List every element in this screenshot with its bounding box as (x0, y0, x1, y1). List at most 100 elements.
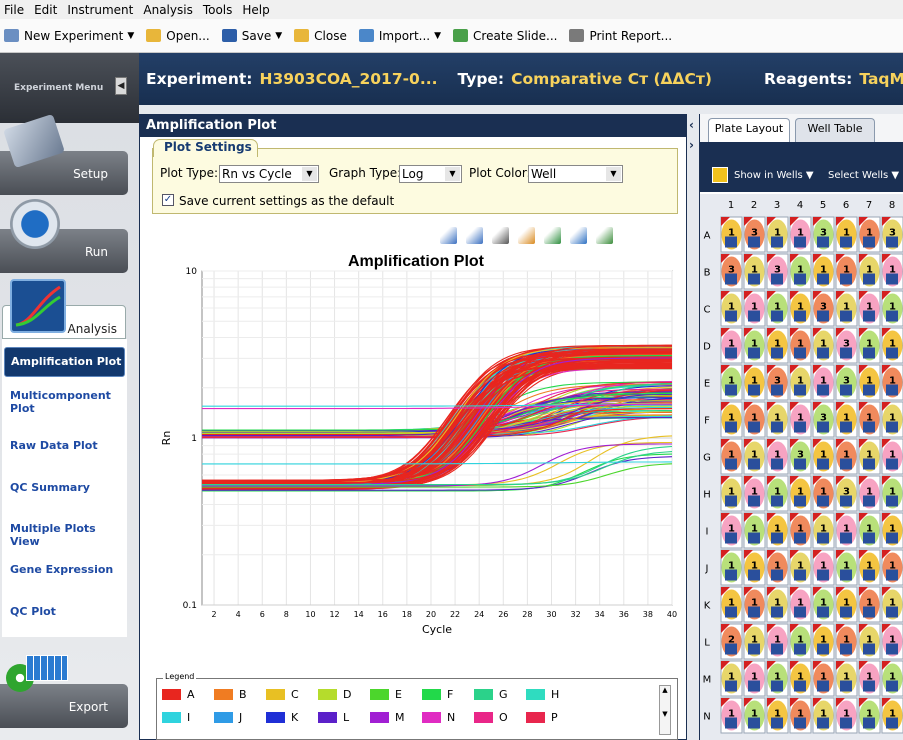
legend-item-c[interactable]: C (266, 688, 299, 701)
plate-well[interactable]: 1 (766, 586, 789, 623)
row-header[interactable]: N (703, 712, 710, 723)
plate-well[interactable]: 1 (858, 216, 881, 253)
plate-well[interactable]: 1 (743, 438, 766, 475)
plate-well[interactable]: 1 (835, 660, 858, 697)
plate-well[interactable]: 1 (812, 327, 835, 364)
plate-well[interactable]: 3 (812, 216, 835, 253)
column-header[interactable]: 6 (843, 200, 849, 211)
print-plot-icon[interactable] (492, 227, 509, 244)
plate-well[interactable]: 1 (835, 253, 858, 290)
legend-item-j[interactable]: J (214, 711, 242, 724)
plate-well[interactable]: 1 (881, 364, 903, 401)
plate-well[interactable]: 1 (858, 438, 881, 475)
plate-well[interactable]: 1 (812, 586, 835, 623)
column-header[interactable]: 5 (820, 200, 826, 211)
plate-well[interactable]: 1 (766, 327, 789, 364)
zoom-in-icon[interactable] (440, 227, 457, 244)
column-header[interactable]: 4 (797, 200, 803, 211)
plate-well[interactable]: 1 (720, 512, 743, 549)
plate-well[interactable]: 1 (835, 586, 858, 623)
plate-well[interactable]: 1 (766, 475, 789, 512)
plate-well[interactable]: 1 (720, 364, 743, 401)
plate-well[interactable]: 1 (789, 623, 812, 660)
plate-well[interactable]: 1 (743, 512, 766, 549)
row-header[interactable]: F (704, 416, 710, 427)
plate-well[interactable]: 1 (743, 290, 766, 327)
show-in-wells-button[interactable]: Show in Wells ▼ (712, 164, 814, 186)
plate-well[interactable]: 3 (720, 253, 743, 290)
plate-well[interactable]: 1 (881, 623, 903, 660)
row-header[interactable]: M (703, 675, 712, 686)
plate-well[interactable]: 1 (766, 512, 789, 549)
column-header[interactable]: 8 (889, 200, 895, 211)
plate-well[interactable]: 1 (858, 623, 881, 660)
plate-well[interactable]: 1 (812, 438, 835, 475)
plate-well[interactable]: 2 (720, 623, 743, 660)
plate-well[interactable]: 1 (789, 512, 812, 549)
menu-file[interactable]: File (4, 3, 24, 17)
plate-well[interactable]: 1 (812, 549, 835, 586)
plate-well[interactable]: 1 (881, 549, 903, 586)
plate-well[interactable]: 1 (881, 697, 903, 734)
plate-well[interactable]: 1 (743, 660, 766, 697)
plate-well[interactable]: 3 (835, 364, 858, 401)
plate-well[interactable]: 1 (766, 549, 789, 586)
plate-well[interactable]: 1 (835, 216, 858, 253)
legend-item-n[interactable]: N (422, 711, 455, 724)
plate-well[interactable]: 1 (858, 549, 881, 586)
row-header[interactable]: I (706, 527, 709, 538)
plate-well[interactable]: 1 (881, 660, 903, 697)
plate-well[interactable]: 1 (789, 697, 812, 734)
subnav-multicomponent-plot[interactable]: Multicomponent Plot (10, 389, 122, 415)
menu-analysis[interactable]: Analysis (143, 3, 192, 17)
plate-well[interactable]: 1 (789, 475, 812, 512)
plate-well[interactable]: 1 (789, 290, 812, 327)
plate-well[interactable]: 1 (858, 290, 881, 327)
plate-well[interactable]: 1 (881, 475, 903, 512)
legend-item-d[interactable]: D (318, 688, 351, 701)
close-button[interactable]: Close (294, 29, 347, 43)
plate-well[interactable]: 1 (858, 475, 881, 512)
zoom-out-icon[interactable] (466, 227, 483, 244)
save-plot-icon[interactable] (544, 227, 561, 244)
legend-item-p[interactable]: P (526, 711, 558, 724)
plate-well[interactable]: 1 (881, 586, 903, 623)
plate-well[interactable]: 1 (835, 697, 858, 734)
plate-well[interactable]: 1 (789, 253, 812, 290)
plate-well[interactable]: 1 (743, 697, 766, 734)
row-header[interactable]: D (703, 342, 711, 353)
plate-well[interactable]: 1 (766, 697, 789, 734)
plate-well[interactable]: 1 (766, 290, 789, 327)
plate-well[interactable]: 3 (743, 216, 766, 253)
plate-well[interactable]: 3 (766, 364, 789, 401)
legend-item-g[interactable]: G (474, 688, 508, 701)
plot-color-select[interactable]: Well ▼ (528, 165, 623, 183)
menu-instrument[interactable]: Instrument (67, 3, 133, 17)
plate-well[interactable]: 1 (766, 623, 789, 660)
plate-well[interactable]: 1 (858, 401, 881, 438)
legend-item-e[interactable]: E (370, 688, 402, 701)
subnav-qc-plot[interactable]: QC Plot (10, 605, 122, 618)
row-header[interactable]: K (704, 601, 711, 612)
tab-well-table[interactable]: Well Table (795, 118, 875, 142)
plate-well[interactable]: 1 (835, 290, 858, 327)
open-button[interactable]: Open... (146, 29, 210, 43)
plate-well[interactable]: 1 (835, 401, 858, 438)
plate-well[interactable]: 1 (812, 364, 835, 401)
plate-well[interactable]: 1 (743, 623, 766, 660)
plate-well[interactable]: 1 (789, 327, 812, 364)
plate-well[interactable]: 1 (720, 216, 743, 253)
plate-well[interactable]: 1 (720, 475, 743, 512)
plate-well[interactable]: 1 (789, 364, 812, 401)
row-header[interactable]: C (704, 305, 711, 316)
plate-well[interactable]: 1 (720, 697, 743, 734)
plate-well[interactable]: 3 (812, 401, 835, 438)
row-header[interactable]: H (703, 490, 711, 501)
select-wells-button[interactable]: Select Wells ▼ (828, 164, 899, 186)
plate-well[interactable]: 1 (881, 438, 903, 475)
legend-item-b[interactable]: B (214, 688, 247, 701)
expand-right-arrow-icon[interactable]: › (689, 138, 694, 152)
plate-well[interactable]: 1 (881, 512, 903, 549)
legend-item-o[interactable]: O (474, 711, 508, 724)
plate-well[interactable]: 1 (858, 586, 881, 623)
